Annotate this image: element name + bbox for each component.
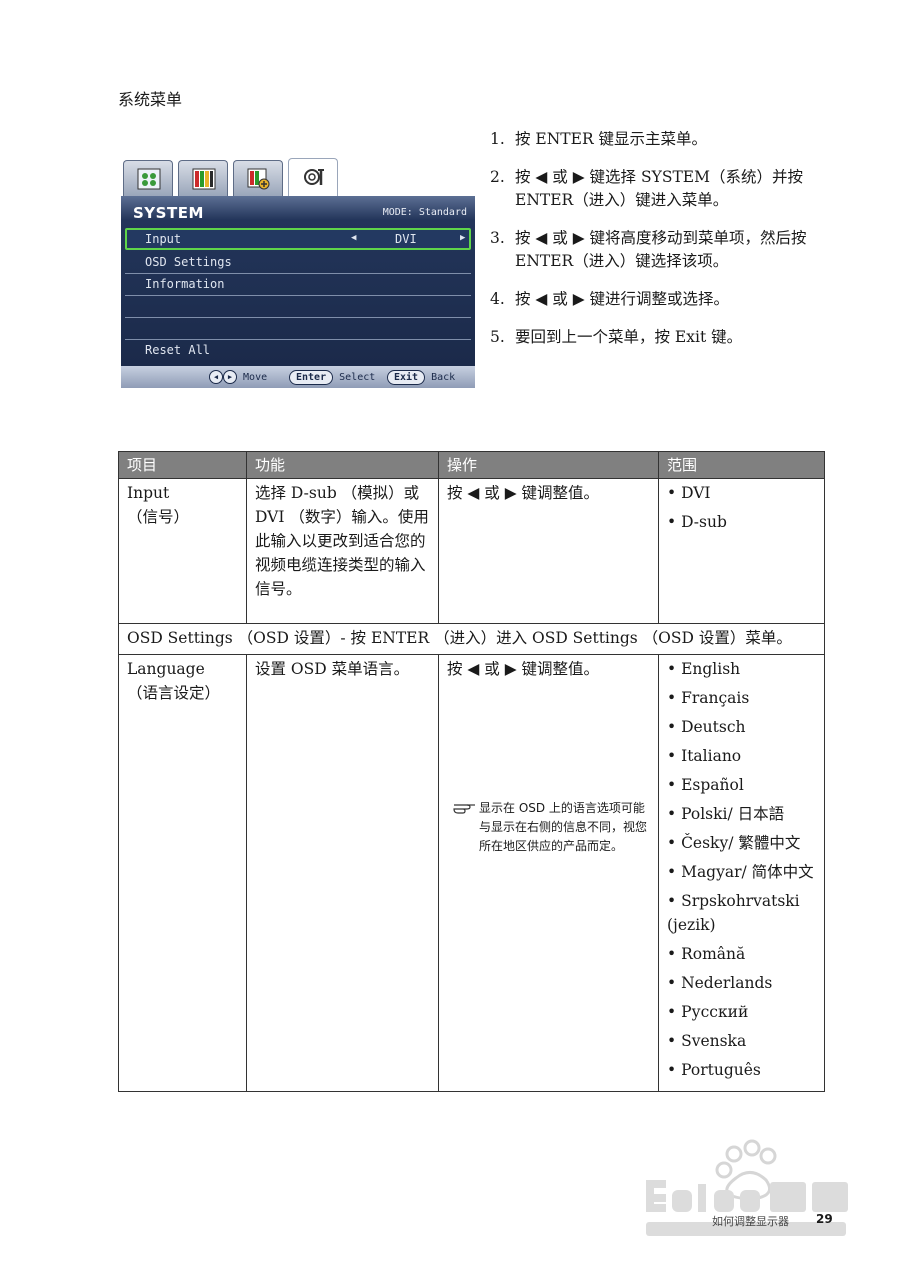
osd-row-input: Input ◀ DVI ▶ [125, 228, 471, 250]
range-item: • DVI [667, 484, 711, 502]
table-header-row: 项目 功能 操作 范围 [118, 451, 825, 479]
left-circle-icon: ◀ [209, 370, 223, 384]
step-text: 按 ◀ 或 ▶ 键进行调整或选择。 [515, 290, 730, 308]
osd-row-osd-settings: OSD Settings [125, 252, 471, 274]
step-number: 5. [490, 328, 505, 346]
item-name: Language [127, 660, 205, 678]
baidu-jingyan-watermark-icon [646, 1139, 848, 1236]
header-operation: 操作 [438, 451, 659, 479]
osd-menu-body: SYSTEM MODE: Standard Input ◀ DVI ▶ OSD … [121, 196, 475, 366]
step-item: 2. 按 ◀ 或 ▶ 键选择 SYSTEM（系统）并按 ENTER（进入）键进入菜… [487, 166, 837, 212]
osd-footer-back-label: Back [431, 372, 456, 383]
osd-row-label: Reset All [145, 343, 211, 357]
step-number: 3. [490, 229, 505, 247]
range-item: • Nederlands [667, 974, 773, 992]
range-item: • Polski/ 日本語 [667, 805, 785, 823]
range-item: • Français [667, 689, 750, 707]
step-item: 3. 按 ◀ 或 ▶ 键将高度移动到菜单项，然后按 ENTER（进入）键选择该项。 [487, 227, 837, 273]
step-text: 按 ENTER 键显示主菜单。 [515, 130, 708, 148]
cell-function: 设置 OSD 菜单语言。 [246, 654, 439, 1092]
osd-row-empty [125, 318, 471, 340]
language-note: 显示在 OSD 上的语言选项可能与显示在右侧的信息不同，视您所在地区供应的产品而… [447, 799, 650, 856]
osd-footer-select: Enter Select [289, 370, 375, 385]
osd-mode-label: MODE: Standard [382, 207, 467, 218]
osd-screenshot: SYSTEM MODE: Standard Input ◀ DVI ▶ OSD … [121, 158, 475, 388]
step-number: 1. [490, 130, 505, 148]
enter-key-badge: Enter [289, 370, 334, 385]
advanced-picture-icon [247, 168, 270, 190]
osd-tab-color [178, 160, 228, 196]
note-text: 显示在 OSD 上的语言选项可能与显示在右侧的信息不同，视您所在地区供应的产品而… [479, 801, 648, 853]
cell-operation: 按 ◀ 或 ▶ 键调整值。 [438, 478, 659, 624]
osd-footer-move: ◀ ▶ Move [209, 370, 267, 384]
range-item: • Deutsch [667, 718, 746, 736]
step-text: 要回到上一个菜单，按 Exit 键。 [515, 328, 743, 346]
right-circle-icon: ▶ [223, 370, 237, 384]
system-settings-icon [304, 169, 324, 185]
osd-footer-back: Exit Back [387, 370, 455, 385]
cell-range: • DVI • D-sub [658, 478, 825, 624]
step-number: 2. [490, 168, 505, 186]
osd-footer-move-label: Move [243, 372, 268, 383]
osd-tab-system [288, 158, 338, 198]
osd-row-label: Input [145, 232, 182, 246]
cell-function: 选择 D-sub （模拟）或 DVI （数字）输入。使用此输入以更改到适合您的视… [246, 478, 439, 624]
osd-row-value: DVI [395, 232, 417, 246]
osd-tab-bar [121, 158, 475, 198]
range-item: • Srpskohrvatski (jezik) [667, 892, 800, 934]
step-item: 5. 要回到上一个菜单，按 Exit 键。 [487, 326, 837, 349]
cell-item: Language （语言设定） [118, 654, 247, 1092]
header-function: 功能 [246, 451, 439, 479]
table-row: Input （信号） 选择 D-sub （模拟）或 DVI （数字）输入。使用此… [118, 478, 825, 624]
range-item: • Česky/ 繁體中文 [667, 834, 801, 852]
item-name: Input [127, 484, 170, 502]
osd-tab-advanced [233, 160, 283, 196]
item-name-zh: （信号） [127, 508, 190, 526]
step-item: 1. 按 ENTER 键显示主菜单。 [487, 128, 837, 151]
step-number: 4. [490, 290, 505, 308]
exit-key-badge: Exit [387, 370, 426, 385]
section-title: 系统菜单 [118, 90, 183, 109]
step-text: 按 ◀ 或 ▶ 键将高度移动到菜单项，然后按 ENTER（进入）键选择该项。 [515, 229, 807, 270]
range-item: • Română [667, 945, 746, 963]
range-item: • Русский [667, 1003, 749, 1021]
pointing-hand-icon [453, 804, 475, 814]
osd-settings-row: OSD Settings （OSD 设置）- 按 ENTER （进入）进入 OS… [118, 623, 825, 655]
cell-range: • English • Français • Deutsch • Italian… [658, 654, 825, 1092]
arrow-left-icon: ◀ [351, 233, 357, 243]
operation-text: 按 ◀ 或 ▶ 键调整值。 [447, 660, 600, 678]
item-name-zh: （语言设定） [127, 684, 221, 702]
osd-row-label: OSD Settings [145, 255, 232, 269]
range-item: • Magyar/ 简体中文 [667, 863, 814, 881]
osd-row-information: Information [125, 274, 471, 296]
range-item: • D-sub [667, 513, 727, 531]
osd-row-reset-all: Reset All [125, 340, 471, 362]
color-settings-icon [192, 168, 216, 190]
chapter-title: 如何调整显示器 [712, 1215, 789, 1228]
range-item: • Italiano [667, 747, 742, 765]
header-item: 项目 [118, 451, 247, 479]
range-item: • Português [667, 1061, 761, 1079]
picture-settings-icon [137, 168, 161, 190]
instruction-steps: 1. 按 ENTER 键显示主菜单。 2. 按 ◀ 或 ▶ 键选择 SYSTEM（系… [487, 128, 837, 364]
arrow-right-icon: ▶ [460, 233, 466, 243]
step-text: 按 ◀ 或 ▶ 键选择 SYSTEM（系统）并按 ENTER（进入）键进入菜单。 [515, 168, 803, 209]
osd-row-empty [125, 296, 471, 318]
osd-menu-title: SYSTEM [133, 204, 204, 222]
osd-footer: ◀ ▶ Move Enter Select Exit Back [121, 366, 475, 388]
range-item: • Español [667, 776, 744, 794]
header-range: 范围 [658, 451, 825, 479]
cell-item: Input （信号） [118, 478, 247, 624]
range-item: • Svenska [667, 1032, 747, 1050]
range-item: • English [667, 660, 741, 678]
table-span-row: OSD Settings （OSD 设置）- 按 ENTER （进入）进入 OS… [118, 623, 825, 655]
osd-footer-select-label: Select [339, 372, 376, 383]
osd-tab-picture [123, 160, 173, 196]
page-number: 29 [816, 1212, 833, 1226]
settings-table: 项目 功能 操作 范围 Input （信号） 选择 D-sub （模拟）或 DV… [118, 451, 825, 1092]
table-row: Language （语言设定） 设置 OSD 菜单语言。 按 ◀ 或 ▶ 键调整… [118, 654, 825, 1092]
osd-row-label: Information [145, 277, 225, 291]
step-item: 4. 按 ◀ 或 ▶ 键进行调整或选择。 [487, 288, 837, 311]
cell-operation: 按 ◀ 或 ▶ 键调整值。 显示在 OSD 上的语言选项可能与显示在右侧的信息不… [438, 654, 659, 1092]
